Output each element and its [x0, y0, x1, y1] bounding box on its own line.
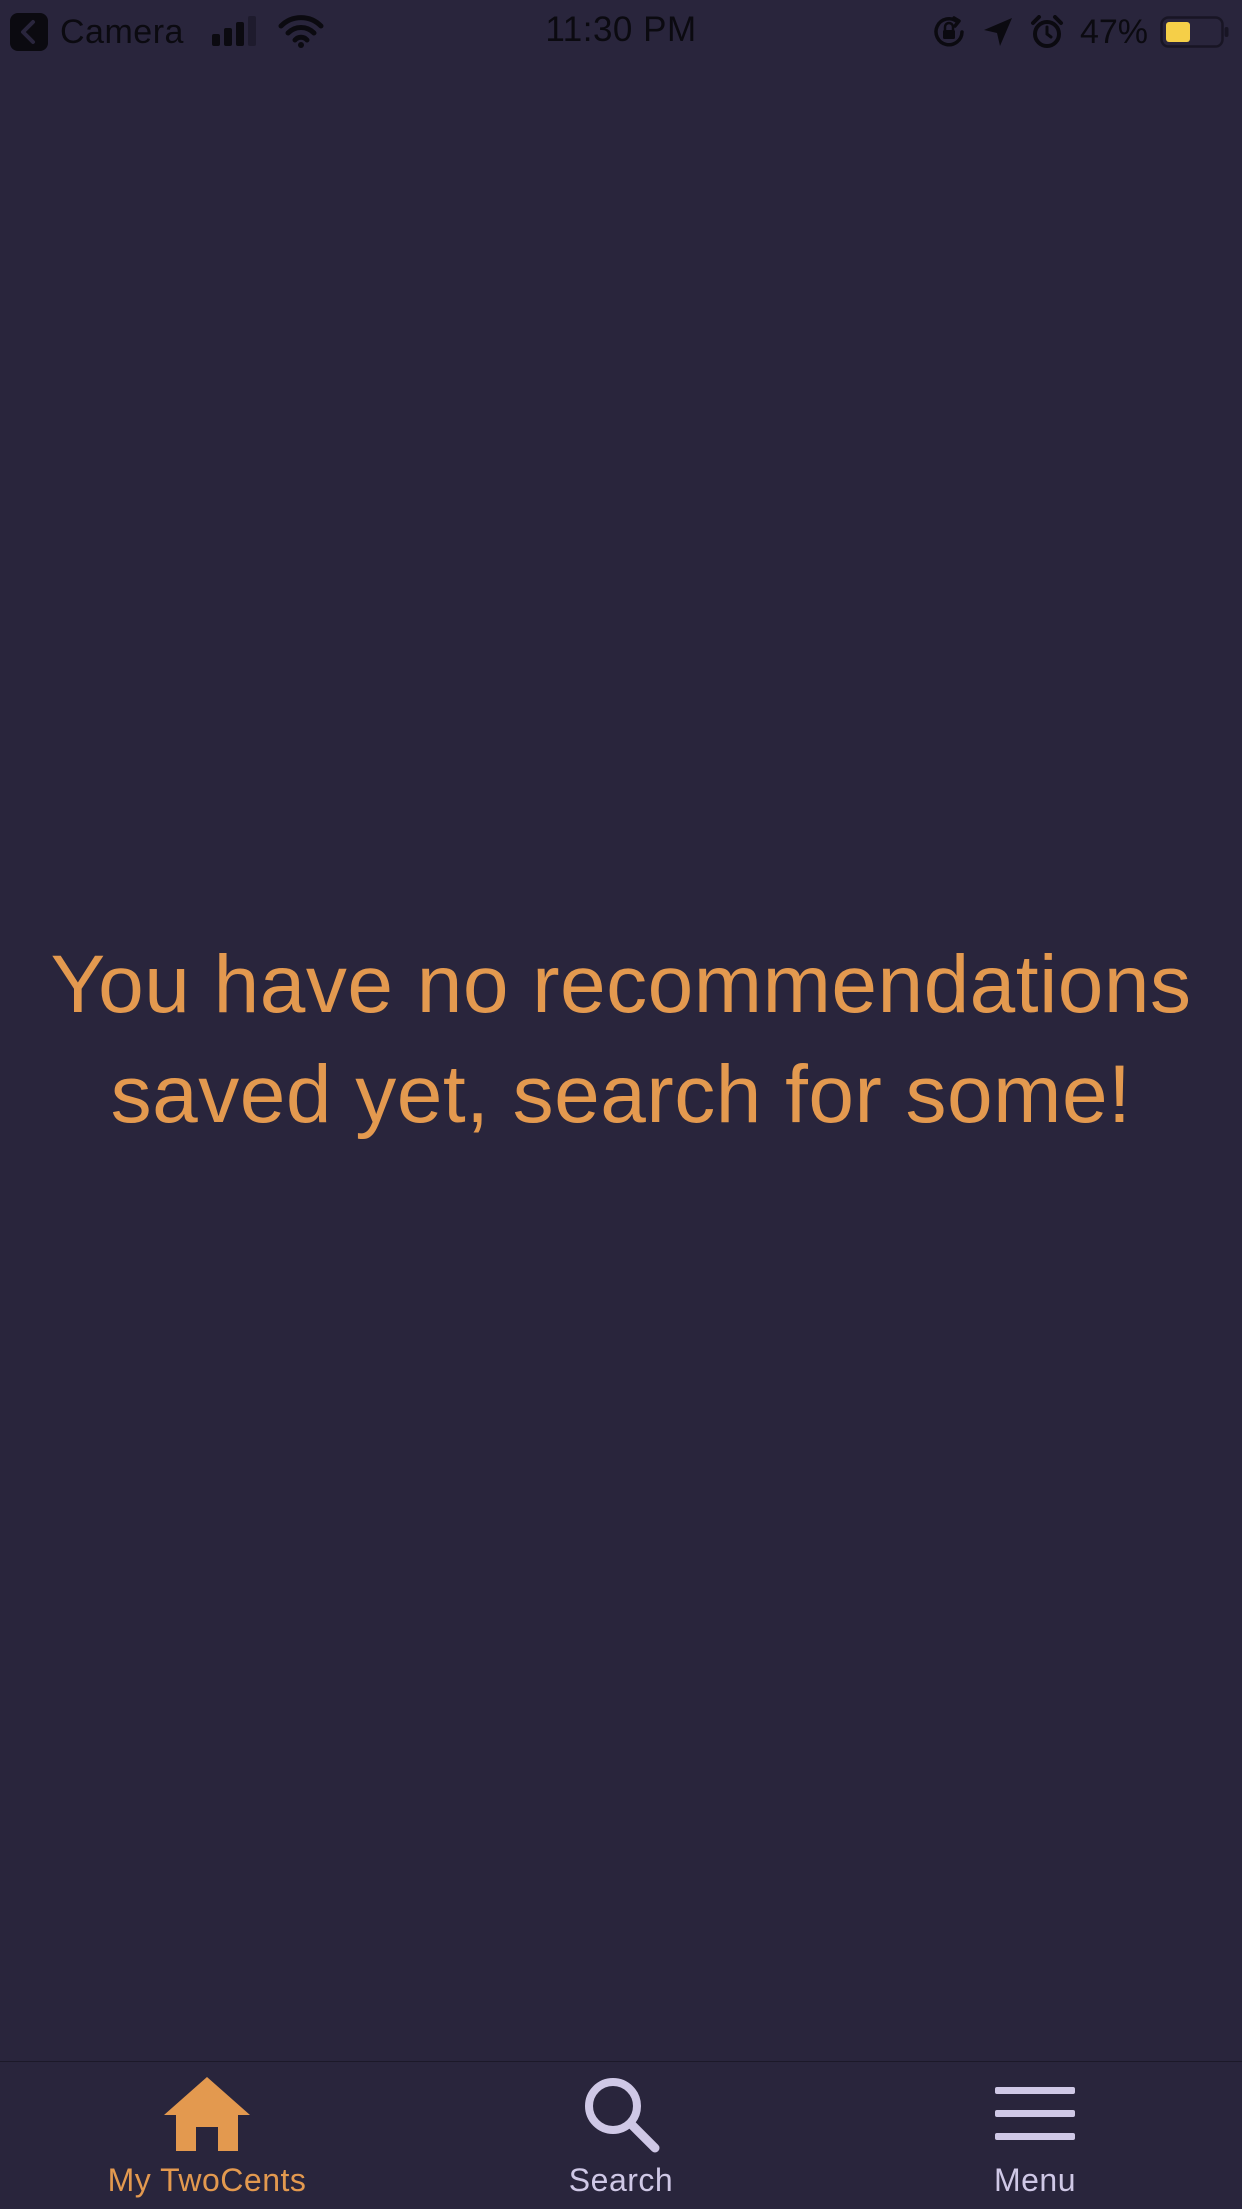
empty-state-message: You have no recommendations saved yet, s…: [50, 939, 1192, 1140]
tab-label-menu: Menu: [993, 2162, 1077, 2198]
search-icon: [581, 2074, 661, 2154]
alarm-icon: [1030, 15, 1063, 48]
menu-icon: [993, 2074, 1077, 2154]
battery-level-fill: [1166, 22, 1190, 42]
tab-menu[interactable]: Menu: [828, 2062, 1242, 2209]
tab-search[interactable]: Search: [414, 2062, 828, 2209]
tab-label-search: Search: [568, 2162, 674, 2198]
status-right-group: 47%: [932, 12, 1230, 52]
battery-percent: 47%: [1079, 12, 1148, 51]
tab-my-twocents[interactable]: My TwoCents: [0, 2062, 414, 2209]
status-bar: Camera 11:30 PM 47%: [0, 0, 1242, 62]
rotation-lock-icon: [934, 16, 964, 47]
location-icon: [983, 18, 1012, 46]
battery-icon: [1160, 16, 1229, 48]
tab-label-my-twocents: My TwoCents: [107, 2162, 307, 2198]
tab-bar: My TwoCents Search Menu: [0, 2061, 1242, 2209]
home-icon: [162, 2074, 252, 2154]
